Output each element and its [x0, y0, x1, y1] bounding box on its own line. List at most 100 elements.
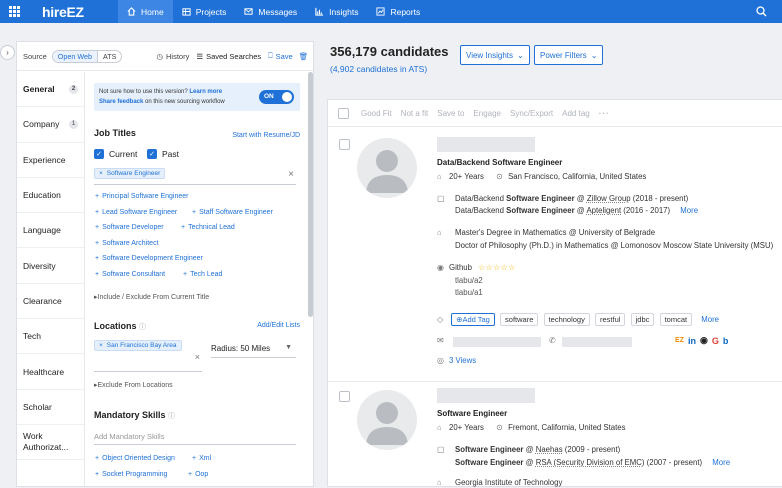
category-tech[interactable]: Tech [17, 319, 84, 355]
exp-at: @ [523, 445, 536, 454]
nav-projects[interactable]: Projects [173, 0, 236, 23]
source-open-web[interactable]: Open Web [52, 50, 98, 62]
select-all-checkbox[interactable] [338, 107, 349, 119]
suggestion-item[interactable]: + Staff Software Engineer [192, 209, 273, 216]
candidate-title[interactable]: Data/Backend Software Engineer [437, 158, 562, 167]
chip-label: San Francisco Bay Area [106, 342, 177, 349]
good-fit-button[interactable]: Good Fit [361, 109, 392, 118]
bing-icon[interactable]: b [723, 336, 729, 346]
category-clearance[interactable]: Clearance [17, 284, 84, 320]
skill-tag: restful [595, 313, 626, 326]
nav-reports[interactable]: Reports [367, 0, 429, 23]
candidate-card[interactable]: Software Engineer ⌂ 20+ Years ⊙ Fremont, C… [328, 382, 782, 488]
category-experience[interactable]: Experience [17, 143, 84, 178]
nav-home[interactable]: Home [118, 0, 173, 23]
info-icon[interactable]: ⓘ [139, 324, 146, 331]
category-education[interactable]: Education [17, 178, 84, 214]
category-healthcare[interactable]: Healthcare [17, 354, 84, 390]
start-with-resume-link[interactable]: Start with Resume/JD [232, 132, 300, 139]
category-diversity[interactable]: Diversity [17, 248, 84, 284]
ats-count-link[interactable]: (4,902 candidates in ATS) [330, 64, 449, 74]
suggestion-item[interactable]: + Tech Lead [183, 271, 222, 278]
job-title-input[interactable]: × Software Engineer × [94, 168, 296, 185]
suggestion-item[interactable]: + Xml [192, 455, 211, 462]
include-exclude-label: Include / Exclude From Current Title [97, 294, 210, 301]
share-feedback-link[interactable]: Share feedback [99, 99, 143, 105]
category-scholar[interactable]: Scholar [17, 390, 84, 425]
save-search-button[interactable]: ⎕ Save [268, 51, 293, 61]
exp-company[interactable]: Naehas [536, 445, 563, 454]
app-logo[interactable]: hireEZ [42, 4, 84, 20]
category-language[interactable]: Language [17, 213, 84, 249]
github-label[interactable]: Github [449, 263, 472, 272]
github-icon[interactable]: ◉ [700, 335, 708, 346]
candidate-title[interactable]: Software Engineer [437, 409, 507, 418]
candidate-checkbox[interactable] [339, 391, 350, 402]
exclude-locations-toggle[interactable]: ▸Exclude From Locations [94, 381, 173, 389]
clear-icon[interactable]: × [288, 169, 294, 180]
apps-grid-icon[interactable] [9, 6, 20, 17]
category-company[interactable]: Company 1 [17, 107, 84, 143]
search-icon[interactable] [756, 6, 767, 17]
suggestion-item[interactable]: + Software Consultant [95, 271, 165, 278]
experience-more-link[interactable]: More [712, 458, 730, 467]
briefcase-icon: ⌂ [437, 172, 442, 181]
suggestion-item[interactable]: + Oop [188, 471, 208, 478]
social-links: EZ in ◉ G b [675, 335, 728, 346]
clear-icon[interactable]: × [195, 352, 200, 362]
candidate-card[interactable]: Data/Backend Software Engineer ⌂ 20+ Year… [328, 128, 782, 380]
trash-icon[interactable]: 🗑 [299, 52, 309, 61]
more-actions-icon[interactable]: ··· [599, 109, 610, 118]
radius-select[interactable]: Radius: 50 Miles ▼ [211, 341, 296, 358]
suggestion-item[interactable]: + Technical Lead [181, 224, 235, 231]
remove-chip-icon[interactable]: × [99, 170, 103, 177]
suggestion-item[interactable]: + Socket Programming [95, 471, 167, 478]
location-input[interactable]: × San Francisco Bay Area × [94, 340, 202, 372]
engage-button[interactable]: Engage [473, 109, 501, 118]
experience-more-link[interactable]: More [680, 206, 698, 215]
bulk-action-bar: Good Fit Not a fit Save to Engage Sync/E… [328, 100, 782, 127]
history-button[interactable]: ◷ History [156, 52, 189, 61]
hireez-icon[interactable]: EZ [675, 337, 684, 344]
suggestion-item[interactable]: + Lead Software Engineer [95, 209, 177, 216]
linkedin-icon[interactable]: in [688, 336, 696, 346]
nav-insights[interactable]: Insights [306, 0, 367, 23]
suggestion-item[interactable]: + Object Oriented Design [95, 455, 175, 462]
filter-scrollbar[interactable] [308, 72, 313, 317]
exp-company[interactable]: Zillow Group [587, 194, 631, 203]
github-handle[interactable]: tlabu/a1 [455, 288, 483, 297]
add-tag-button[interactable]: ⊕Add Tag [451, 313, 495, 326]
google-icon[interactable]: G [712, 336, 719, 346]
exp-company[interactable]: Apteligent [586, 206, 621, 215]
save-to-button[interactable]: Save to [437, 109, 464, 118]
views-count[interactable]: ◎ 3 Views [437, 356, 476, 365]
add-tag-action[interactable]: Add tag [562, 109, 590, 118]
not-a-fit-button[interactable]: Not a fit [401, 109, 429, 118]
remove-chip-icon[interactable]: × [99, 342, 103, 349]
exp-company[interactable]: RSA (Security Division of EMC) [536, 458, 645, 467]
source-ats[interactable]: ATS [98, 51, 121, 62]
new-workflow-toggle[interactable]: ON [259, 90, 294, 104]
current-checkbox[interactable]: ✓ Current [94, 149, 137, 159]
collapse-panel-button[interactable]: › [0, 45, 15, 60]
mandatory-skills-input[interactable]: Add Mandatory Skills [94, 428, 296, 445]
info-icon[interactable]: ⓘ [168, 413, 175, 420]
suggestion-item[interactable]: + Software Development Engineer [95, 255, 203, 262]
skills-more-link[interactable]: More [701, 315, 719, 324]
nav-messages[interactable]: Messages [235, 0, 306, 23]
view-insights-button[interactable]: View Insights ⌄ [460, 45, 530, 65]
add-edit-lists-link[interactable]: Add/Edit Lists [257, 322, 300, 329]
include-exclude-toggle[interactable]: ▸Include / Exclude From Current Title [94, 293, 209, 301]
category-general[interactable]: General 2 [17, 72, 84, 108]
power-filters-button[interactable]: Power Filters ⌄ [534, 45, 604, 65]
github-handle[interactable]: tlabu/a2 [455, 276, 483, 285]
suggestion-item[interactable]: + Software Developer [95, 224, 164, 231]
saved-searches-button[interactable]: ☰ Saved Searches [196, 52, 261, 61]
past-checkbox[interactable]: ✓ Past [147, 149, 179, 159]
suggestion-item[interactable]: + Software Architect [95, 240, 159, 247]
category-work-authorization[interactable]: Work Authorizat... [17, 425, 84, 461]
candidate-checkbox[interactable] [339, 139, 350, 150]
suggestion-item[interactable]: + Principal Software Engineer [95, 193, 188, 200]
learn-more-link[interactable]: Learn more [189, 89, 222, 95]
sync-export-button[interactable]: Sync/Export [510, 109, 553, 118]
